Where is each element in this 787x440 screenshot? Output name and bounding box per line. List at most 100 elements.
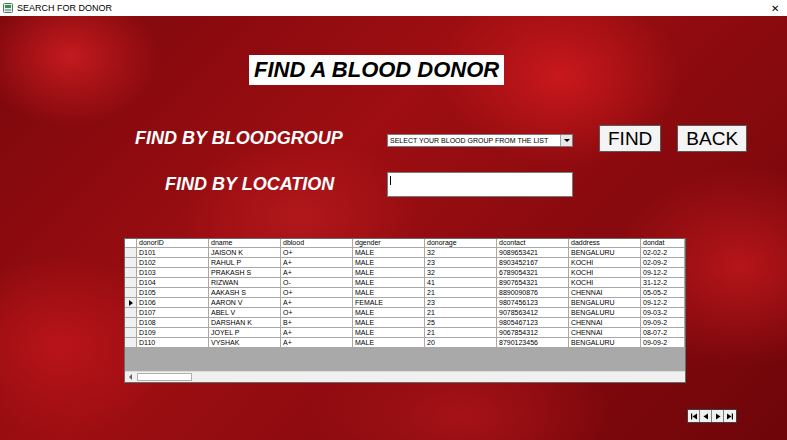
close-button[interactable]: ✕ [769,3,781,14]
table-row[interactable]: D109JOYEL PA+MALE219067854312CHENNAI08-0… [125,328,685,338]
table-cell: A+ [281,268,353,278]
table-cell: B+ [281,318,353,328]
table-row[interactable]: D107ABEL VO+MALE219078563412BENGALURU09-… [125,308,685,318]
prev-arrow-icon [702,413,710,420]
table-cell: MALE [353,288,425,298]
table-cell: AAKASH S [209,288,281,298]
horizontal-scrollbar[interactable] [125,371,685,382]
row-indicator [125,318,137,328]
table-cell: BENGALURU [569,248,641,258]
donor-table[interactable]: donorIDdnamedblooddgenderdonoragedcontac… [124,238,686,383]
table-cell: 20 [425,338,497,348]
column-header[interactable]: dcontact [497,239,569,248]
column-header[interactable]: dblood [281,239,353,248]
table-cell: 9067854312 [497,328,569,338]
last-record-button[interactable] [724,410,736,422]
row-indicator [125,298,137,308]
text-caret [390,176,391,185]
table-cell: 09-03-2 [641,308,685,318]
bloodgroup-placeholder: SELECT YOUR BLOOD GROUP FROM THE LIST [390,137,548,144]
table-cell: MALE [353,278,425,288]
table-cell: O- [281,278,353,288]
table-cell: BENGALURU [569,338,641,348]
first-record-button[interactable] [688,410,700,422]
table-cell: D107 [137,308,209,318]
table-cell: A+ [281,328,353,338]
column-header[interactable]: donorID [137,239,209,248]
table-cell: A+ [281,258,353,268]
table-cell: 21 [425,288,497,298]
row-indicator [125,278,137,288]
dropdown-arrow-icon[interactable] [560,135,572,146]
prev-record-button[interactable] [700,410,712,422]
row-indicator [125,268,137,278]
table-cell: MALE [353,268,425,278]
table-cell: BENGALURU [569,308,641,318]
title-bar: SEARCH FOR DONOR ✕ [0,0,787,16]
table-cell: 32 [425,248,497,258]
table-cell: 21 [425,308,497,318]
column-header[interactable]: dgender [353,239,425,248]
find-button[interactable]: FIND [599,125,661,152]
column-header[interactable]: dname [209,239,281,248]
scroll-thumb[interactable] [137,373,192,381]
table-cell: 8903452167 [497,258,569,268]
table-cell: 6789054321 [497,268,569,278]
table-cell: 8907654321 [497,278,569,288]
table-cell: RIZWAN [209,278,281,288]
table-cell: KOCHI [569,258,641,268]
table-header: donorIDdnamedblooddgenderdonoragedcontac… [125,239,685,248]
table-cell: PRAKASH S [209,268,281,278]
table-row[interactable]: D110VYSHAKA+MALE208790123456BENGALURU09-… [125,338,685,348]
table-cell: MALE [353,318,425,328]
row-indicator [125,248,137,258]
column-header[interactable]: dondat [641,239,685,248]
search-donor-window: SEARCH FOR DONOR ✕ FIND A BLOOD DONOR FIND … [0,0,787,440]
table-cell: BENGALURU [569,298,641,308]
table-cell: 9089653421 [497,248,569,258]
back-button[interactable]: BACK [677,125,747,152]
table-cell: 23 [425,258,497,268]
location-label: FIND BY LOCATION [165,174,387,195]
table-cell: D104 [137,278,209,288]
table-cell: O+ [281,248,353,258]
table-cell: CHENNAI [569,318,641,328]
table-row[interactable]: D103PRAKASH SA+MALE326789054321KOCHI09-1… [125,268,685,278]
table-row[interactable]: D108DARSHAN KB+MALE259805467123CHENNAI09… [125,318,685,328]
table-row[interactable]: D102RAHUL PA+MALE238903452167KOCHI02-09-… [125,258,685,268]
table-cell: 02-02-2 [641,248,685,258]
bloodgroup-dropdown[interactable]: SELECT YOUR BLOOD GROUP FROM THE LIST [387,134,573,147]
table-cell: KOCHI [569,268,641,278]
table-cell: D106 [137,298,209,308]
table-cell: 31-12-2 [641,278,685,288]
table-empty-area [125,348,685,371]
main-area: FIND A BLOOD DONORFIND BY BLOODGROUPSELE… [0,16,787,440]
current-row-icon [129,300,133,306]
scroll-left-icon[interactable] [125,372,135,382]
column-header[interactable]: daddress [569,239,641,248]
table-cell: FEMALE [353,298,425,308]
table-cell: MALE [353,248,425,258]
window-title: SEARCH FOR DONOR [17,3,112,13]
column-header[interactable]: donorage [425,239,497,248]
table-cell: MALE [353,338,425,348]
table-row[interactable]: D106AARON VA+FEMALE239807456123BENGALURU… [125,298,685,308]
table-cell: DARSHAN K [209,318,281,328]
table-row[interactable]: D104RIZWANO-MALE418907654321KOCHI31-12-2 [125,278,685,288]
table-row[interactable]: D105AAKASH SO+MALE218890090876CHENNAI05-… [125,288,685,298]
table-cell: ABEL V [209,308,281,318]
table-row[interactable]: D101JAISON KO+MALE329089653421BENGALURU0… [125,248,685,258]
location-input[interactable] [387,172,573,197]
table-cell: D101 [137,248,209,258]
table-cell: D102 [137,258,209,268]
next-record-button[interactable] [712,410,724,422]
table-cell: A+ [281,338,353,348]
table-cell: D103 [137,268,209,278]
page-heading: FIND A BLOOD DONOR [249,55,504,85]
table-cell: O+ [281,288,353,298]
table-cell: 09-12-2 [641,268,685,278]
table-cell: A+ [281,298,353,308]
row-indicator [125,288,137,298]
table-cell: JAISON K [209,248,281,258]
table-cell: CHENNAI [569,288,641,298]
